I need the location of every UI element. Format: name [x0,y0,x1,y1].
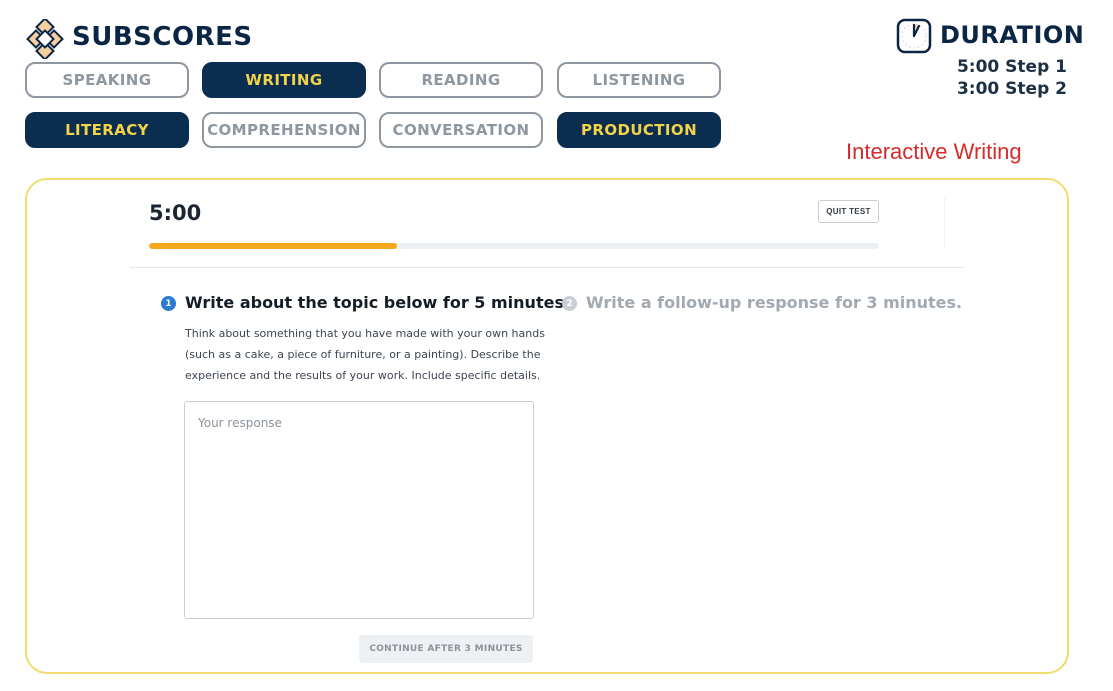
divider [130,267,963,268]
subscore-conversation[interactable]: CONVERSATION [379,112,543,148]
progress-bar [149,243,879,249]
prompt-line: Think about something that you have made… [185,327,545,340]
test-preview-frame [25,178,1069,674]
prompt-line: experience and the results of your work.… [185,369,541,382]
continue-button[interactable]: CONTINUE AFTER 3 MINUTES [359,635,533,663]
separator [944,198,945,248]
page-title: SUBSCORES [72,22,253,52]
writing-prompt: Think about something that you have made… [185,323,545,386]
duration-step-2: 3:00 Step 2 [956,79,1067,99]
subscore-literacy[interactable]: LITERACY [25,112,189,148]
step-2-heading: Write a follow-up response for 3 minutes… [586,293,963,312]
subscore-speaking[interactable]: SPEAKING [25,62,189,98]
quit-test-button[interactable]: QUIT TEST [818,200,879,223]
response-textarea[interactable] [184,401,534,619]
clock-icon [896,18,932,54]
step-1-badge: 1 [161,296,176,311]
duration-title: DURATION [940,21,1085,49]
task-type-label: Interactive Writing [846,139,1022,164]
duration-step-1: 5:00 Step 1 [956,57,1067,77]
step-1-heading: Write about the topic below for 5 minute… [185,293,571,312]
diamond-lattice-icon [26,19,64,59]
progress-bar-fill [149,243,398,249]
subscore-listening[interactable]: LISTENING [557,62,721,98]
subscore-writing[interactable]: WRITING [202,62,366,98]
subscore-production[interactable]: PRODUCTION [557,112,721,148]
subscore-reading[interactable]: READING [379,62,543,98]
step-2-badge: 2 [562,296,577,311]
countdown-timer: 5:00 [149,201,202,225]
subscore-comprehension[interactable]: COMPREHENSION [202,112,366,148]
prompt-line: (such as a cake, a piece of furniture, o… [185,348,541,361]
